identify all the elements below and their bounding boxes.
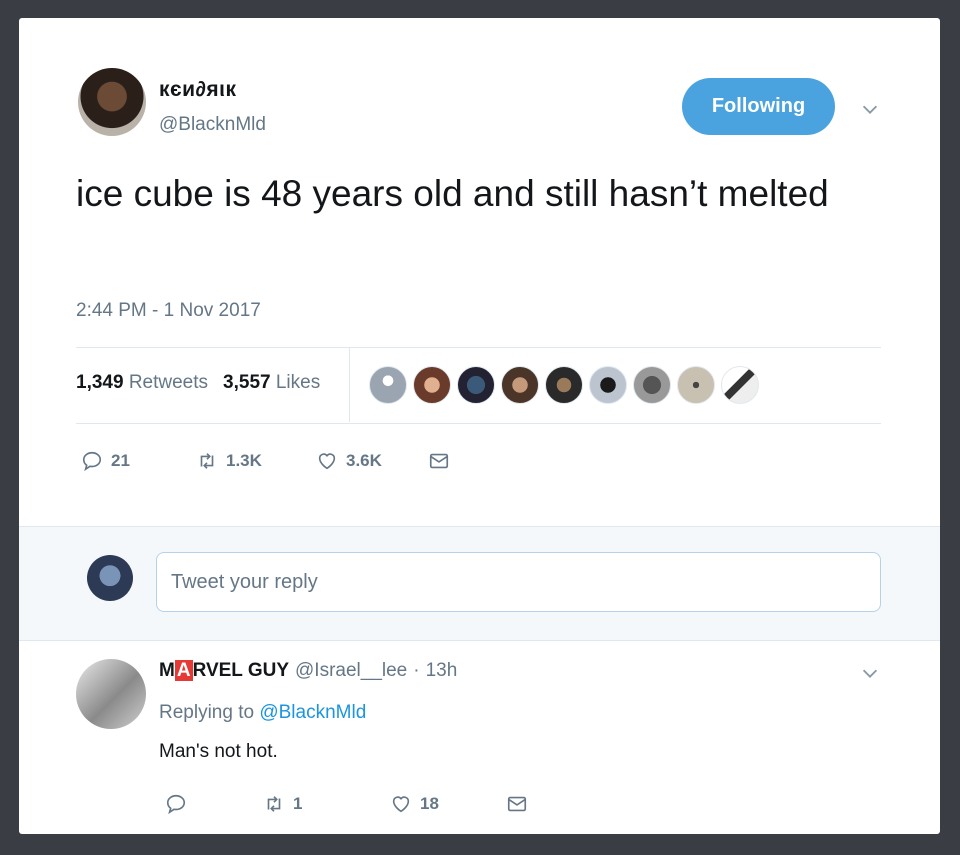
retweet-count: 1 [293, 794, 303, 813]
retweet-action[interactable]: 1 [263, 793, 390, 815]
direct-message-action[interactable] [428, 450, 450, 472]
reply-author-name-suffix: RVEL GUY [192, 660, 290, 681]
liker-avatars [369, 366, 759, 404]
replying-to-handle[interactable]: @BlacknMld [259, 702, 366, 723]
reply-actions: 1 18 [165, 793, 528, 815]
like-action[interactable]: 3.6K [316, 450, 428, 472]
reply-icon [82, 451, 102, 472]
direct-message-action[interactable] [506, 793, 528, 815]
divider [76, 347, 881, 348]
reply-input[interactable] [156, 552, 881, 612]
retweets-stat[interactable]: 1,349 Retweets [76, 372, 208, 394]
liker-avatar[interactable] [501, 366, 539, 404]
reply-author-handle[interactable]: @Israel__lee [295, 660, 407, 682]
heart-icon [392, 796, 410, 813]
retweet-icon [200, 453, 214, 469]
replying-to-label: Replying to [159, 702, 255, 723]
engagement-stats: 1,349 Retweets 3,557 Likes [76, 372, 320, 394]
reply-icon [166, 794, 186, 815]
following-button[interactable]: Following [682, 78, 835, 135]
chevron-down-icon[interactable] [859, 98, 881, 120]
reply-text: Man's not hot. [159, 741, 278, 762]
reply-author-name-boxed: A [174, 660, 193, 681]
envelope-icon [429, 453, 449, 469]
retweet-count: 1.3K [226, 451, 262, 470]
liker-avatar[interactable] [369, 366, 407, 404]
like-action[interactable]: 18 [390, 793, 506, 815]
liker-avatar[interactable] [545, 366, 583, 404]
replying-to: Replying to @BlacknMld [159, 702, 366, 724]
reply-action[interactable] [165, 793, 263, 815]
liker-avatar[interactable] [633, 366, 671, 404]
retweets-count: 1,349 [76, 372, 124, 393]
author-avatar[interactable] [78, 68, 146, 136]
reply-action[interactable]: 21 [81, 450, 196, 472]
reply-author-name-prefix: M [159, 660, 175, 681]
reply-author-avatar[interactable] [76, 659, 146, 729]
likes-label: Likes [275, 372, 321, 393]
chevron-down-icon[interactable] [859, 662, 881, 684]
liker-avatar[interactable] [413, 366, 451, 404]
liker-avatar[interactable] [457, 366, 495, 404]
author-handle[interactable]: @BlacknMld [159, 114, 266, 136]
reply-time[interactable]: 13h [426, 660, 458, 682]
liker-avatar[interactable] [589, 366, 627, 404]
reply-header: M A RVEL GUY @Israel__lee · 13h [159, 660, 457, 682]
likes-count: 3,557 [223, 372, 271, 393]
reply-count: 21 [111, 451, 130, 470]
like-count: 3.6K [346, 451, 382, 470]
envelope-icon [507, 796, 527, 812]
reply-separator: · [413, 660, 420, 681]
tweet-timestamp[interactable]: 2:44 PM - 1 Nov 2017 [76, 300, 261, 322]
tweet-text: ice cube is 48 years old and still hasn’… [76, 173, 829, 214]
retweets-label: Retweets [128, 372, 209, 393]
reply-author-name[interactable]: M A RVEL GUY [159, 660, 289, 682]
likes-stat[interactable]: 3,557 Likes [223, 372, 320, 394]
tweet-actions: 21 1.3K 3.6K [81, 450, 450, 472]
liker-avatar[interactable] [721, 366, 759, 404]
stats-divider [349, 347, 350, 422]
retweet-action[interactable]: 1.3K [196, 450, 316, 472]
author-display-name[interactable]: кєи∂яιк [159, 78, 237, 102]
retweet-icon [267, 796, 281, 812]
like-count: 18 [420, 794, 439, 813]
current-user-avatar[interactable] [87, 555, 133, 601]
divider [76, 423, 881, 424]
tweet-card: кєи∂яιк @BlacknMld Following ice cube is… [19, 18, 940, 834]
liker-avatar[interactable] [677, 366, 715, 404]
heart-icon [318, 453, 336, 470]
